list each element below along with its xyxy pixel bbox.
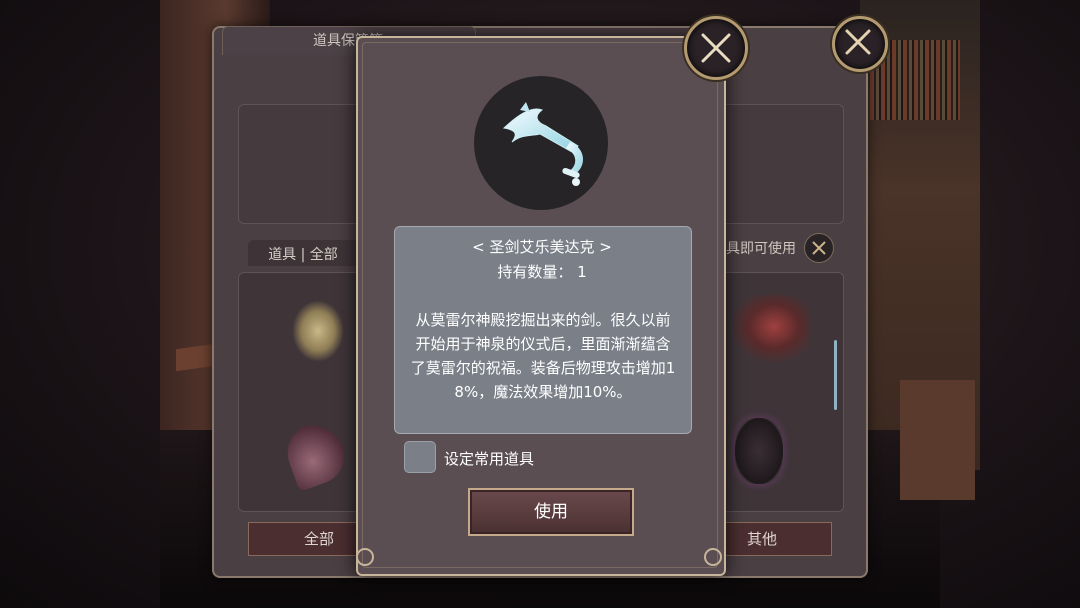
inventory-item-leaf[interactable] [292,300,344,362]
inventory-item-beast[interactable] [730,295,810,365]
close-icon [845,29,871,55]
wooden-block [900,380,975,500]
inventory-item-stone[interactable] [735,418,783,484]
item-quantity: 持有数量： 1 [497,263,587,281]
sword-icon [502,102,584,186]
favorite-item-checkbox[interactable] [404,441,436,473]
inventory-close-button[interactable] [832,16,888,72]
close-icon [701,33,731,63]
inventory-scrollbar[interactable] [834,340,837,410]
inventory-hint: 具即可使用 [726,241,796,257]
item-description: 从莫雷尔神殿挖掘出来的剑。很久以前开始用于神泉的仪式后，里面渐渐蕴含了莫雷尔的祝… [410,311,676,401]
item-name: < 圣剑艾乐美达克 > [472,238,612,256]
corner-ornament [704,548,722,566]
inventory-filter-label: 道具 | 全部 [268,247,338,263]
dialog-close-button[interactable] [684,16,748,80]
corner-ornament [356,548,374,566]
hint-close-icon[interactable] [804,233,834,263]
favorite-item-label: 设定常用道具 [444,450,535,468]
use-button[interactable]: 使用 [468,488,634,536]
item-image-frame [474,76,608,210]
